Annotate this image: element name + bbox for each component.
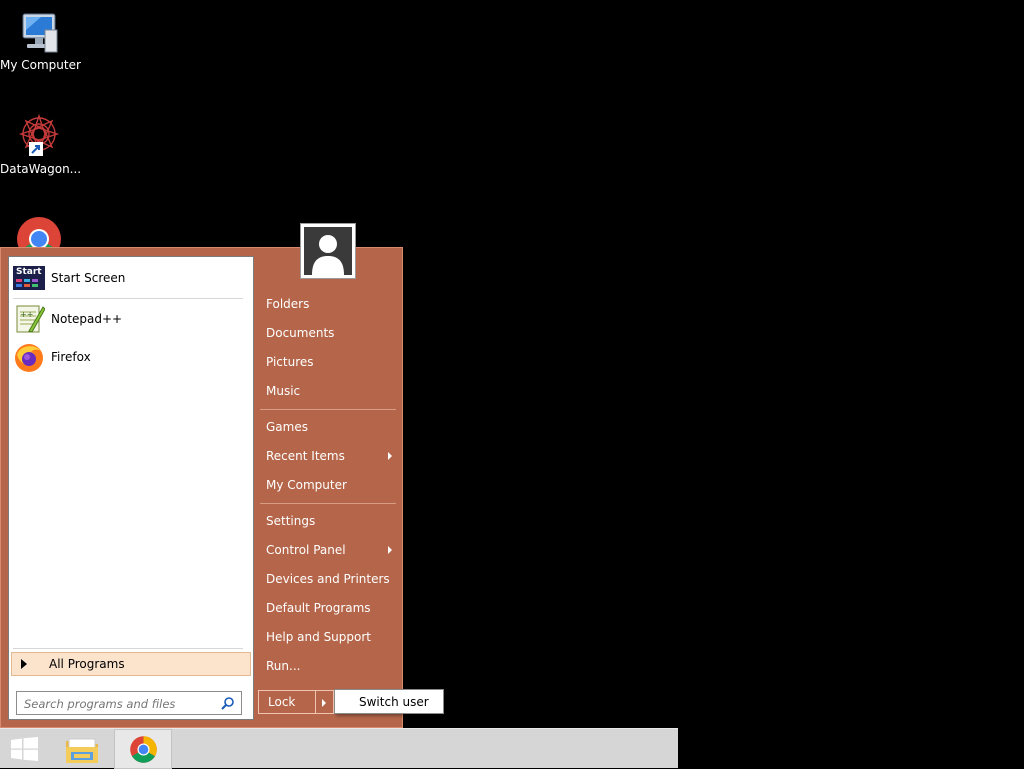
submenu-arrow-icon bbox=[322, 699, 326, 707]
start-button[interactable] bbox=[0, 729, 48, 769]
menu-item-my-computer[interactable]: My Computer bbox=[259, 472, 397, 498]
menu-item-recent-items[interactable]: Recent Items bbox=[259, 443, 397, 469]
menu-item-control-panel[interactable]: Control Panel bbox=[259, 537, 397, 563]
menu-item-run[interactable]: Run... bbox=[259, 653, 397, 679]
search-input[interactable] bbox=[22, 693, 216, 715]
switch-user-menu-item[interactable]: Switch user bbox=[334, 689, 444, 714]
all-programs-label: All Programs bbox=[49, 657, 125, 671]
taskbar-file-explorer[interactable] bbox=[57, 729, 107, 769]
program-label: Start Screen bbox=[51, 271, 126, 285]
file-explorer-icon bbox=[65, 736, 99, 767]
chrome-icon bbox=[129, 735, 158, 767]
start-screen-icon-text: Start bbox=[16, 267, 42, 277]
menu-item-label: Folders bbox=[266, 297, 310, 311]
menu-item-documents[interactable]: Documents bbox=[259, 320, 397, 346]
submenu-arrow-icon bbox=[388, 452, 392, 460]
datawagon-icon bbox=[15, 112, 63, 160]
divider bbox=[260, 503, 396, 504]
menu-item-label: Devices and Printers bbox=[266, 572, 390, 586]
menu-item-label: Default Programs bbox=[266, 601, 371, 615]
shutdown-options-arrow[interactable] bbox=[316, 690, 334, 714]
all-programs-button[interactable]: All Programs bbox=[11, 652, 251, 676]
menu-item-label: Pictures bbox=[266, 355, 314, 369]
divider bbox=[13, 298, 243, 299]
switch-user-label: Switch user bbox=[359, 694, 429, 709]
svg-text:++: ++ bbox=[20, 310, 33, 319]
my-computer-icon bbox=[15, 8, 63, 56]
start-menu-programs-panel: Start Start Screen ++ Notepad++ Firefox bbox=[8, 256, 254, 720]
program-label: Firefox bbox=[51, 350, 91, 364]
menu-item-default-programs[interactable]: Default Programs bbox=[259, 595, 397, 621]
program-label: Notepad++ bbox=[51, 312, 123, 326]
menu-item-label: Run... bbox=[266, 659, 301, 673]
lock-label: Lock bbox=[268, 695, 296, 709]
firefox-icon bbox=[13, 341, 45, 373]
desktop-icon-label: DataWagon... bbox=[0, 162, 82, 176]
divider bbox=[260, 409, 396, 410]
menu-item-music[interactable]: Music bbox=[259, 378, 397, 404]
user-avatar[interactable] bbox=[300, 223, 356, 279]
lock-button[interactable]: Lock bbox=[258, 690, 316, 714]
menu-item-pictures[interactable]: Pictures bbox=[259, 349, 397, 375]
start-screen-icon: Start bbox=[13, 262, 45, 294]
desktop-icon-my-computer[interactable]: My Computer bbox=[0, 8, 81, 72]
desktop-icon-datawagon[interactable]: DataWagon... bbox=[0, 112, 82, 176]
menu-item-folders[interactable]: Folders bbox=[259, 291, 397, 317]
search-icon[interactable] bbox=[221, 696, 235, 710]
program-notepadpp[interactable]: ++ Notepad++ bbox=[13, 302, 247, 336]
user-silhouette-icon bbox=[304, 227, 352, 275]
menu-item-label: Help and Support bbox=[266, 630, 371, 644]
divider bbox=[13, 648, 243, 649]
menu-item-label: Control Panel bbox=[266, 543, 346, 557]
menu-item-label: Settings bbox=[266, 514, 316, 528]
menu-item-label: Documents bbox=[266, 326, 335, 340]
windows-start-icon bbox=[11, 737, 38, 764]
expand-arrow-icon bbox=[21, 659, 27, 669]
program-firefox[interactable]: Firefox bbox=[13, 340, 247, 374]
menu-item-label: Games bbox=[266, 420, 308, 434]
menu-item-label: Music bbox=[266, 384, 301, 398]
menu-item-label: My Computer bbox=[266, 478, 347, 492]
taskbar bbox=[0, 728, 678, 769]
search-box[interactable] bbox=[16, 691, 242, 715]
menu-item-devices-and-printers[interactable]: Devices and Printers bbox=[259, 566, 397, 592]
submenu-arrow-icon bbox=[388, 546, 392, 554]
menu-item-help-and-support[interactable]: Help and Support bbox=[259, 624, 397, 650]
menu-item-games[interactable]: Games bbox=[259, 414, 397, 440]
program-start-screen[interactable]: Start Start Screen bbox=[13, 261, 247, 295]
taskbar-chrome[interactable] bbox=[114, 729, 172, 769]
menu-item-settings[interactable]: Settings bbox=[259, 508, 397, 534]
menu-item-label: Recent Items bbox=[266, 449, 345, 463]
desktop-icon-label: My Computer bbox=[0, 58, 81, 72]
notepadpp-icon: ++ bbox=[13, 303, 46, 335]
